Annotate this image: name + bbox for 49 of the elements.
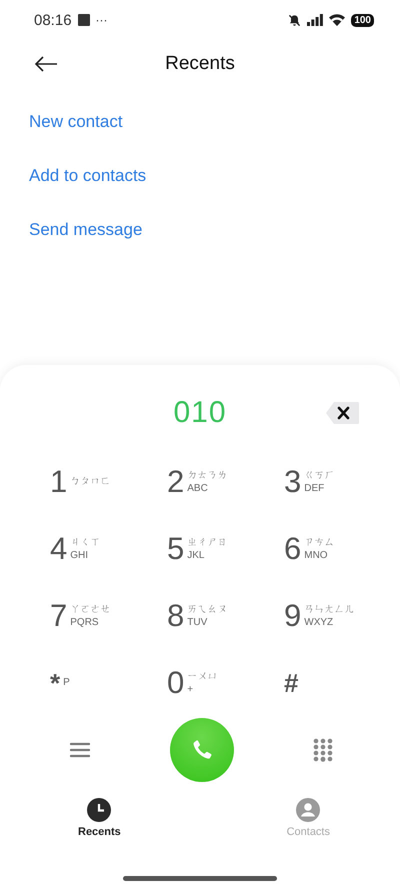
dial-key[interactable]: 4 — [50, 532, 68, 566]
letters-label: MNO — [304, 548, 329, 562]
zhuyin-label: ㄐㄑㄒ — [70, 536, 100, 548]
dial-key[interactable]: 1 — [50, 464, 68, 498]
zhuyin-label: ㄢㄣㄤㄥㄦ — [304, 602, 354, 616]
letters-label: P — [63, 676, 70, 689]
dialed-number: 010 — [173, 396, 227, 430]
page-title: Recents — [165, 53, 235, 75]
dial-key[interactable]: 8 — [167, 598, 184, 632]
stop-icon — [78, 14, 90, 26]
letters-label: DEF — [304, 482, 326, 494]
letters-label: TUV — [187, 616, 208, 628]
dial-key[interactable]: 2 — [167, 464, 184, 498]
dial-key[interactable]: 0 — [167, 666, 184, 700]
zhuyin-label: ㄧㄨㄩ — [187, 670, 218, 682]
letters-label: GHI — [70, 548, 90, 562]
letters-label: WXYZ — [304, 616, 334, 628]
back-button[interactable] — [34, 56, 58, 72]
status-time: 08:16 — [34, 12, 72, 28]
person-icon — [296, 798, 320, 822]
notification-overflow: ··· — [96, 13, 108, 27]
mute-bell-icon — [288, 14, 302, 26]
dial-key[interactable]: 6 — [284, 532, 302, 566]
zhuyin-label: ㄉㄊㄋㄌ — [187, 468, 228, 482]
zhuyin-label: ㄞㄟㄠㄡ — [187, 602, 228, 616]
dial-key[interactable]: 9 — [284, 598, 302, 632]
nav-tab[interactable]: Recents — [78, 798, 121, 838]
zhuyin-label: ㄍㄎㄏ — [304, 468, 334, 482]
letters-label: JKL — [187, 548, 206, 562]
dial-key[interactable]: 3 — [284, 464, 302, 498]
zhuyin-label: ㄅㄆㄇㄈ — [70, 475, 110, 488]
dial-key[interactable]: 7 — [50, 598, 68, 632]
backspace-button[interactable] — [326, 401, 360, 425]
wifi-icon — [329, 14, 346, 26]
dial-key[interactable]: # — [284, 666, 298, 700]
dial-key[interactable]: * — [50, 666, 60, 700]
zhuyin-label: ㄗㄘㄙ — [304, 536, 334, 548]
dial-key[interactable]: 5 — [167, 532, 184, 566]
action-link[interactable]: Add to contacts — [29, 164, 146, 187]
zhuyin-label: ㄚㄛㄜㄝ — [70, 602, 110, 616]
action-link[interactable]: Send message — [29, 218, 142, 241]
letters-label: ABC — [187, 482, 209, 494]
letters-label: + — [187, 682, 194, 696]
action-link[interactable]: New contact — [29, 110, 123, 133]
clock-icon — [87, 798, 112, 822]
battery-indicator: 100 — [351, 14, 374, 26]
letters-label: PQRS — [70, 616, 100, 628]
signal-icon — [307, 14, 324, 26]
zhuyin-label: ㄓㄔㄕㄖ — [187, 536, 228, 548]
